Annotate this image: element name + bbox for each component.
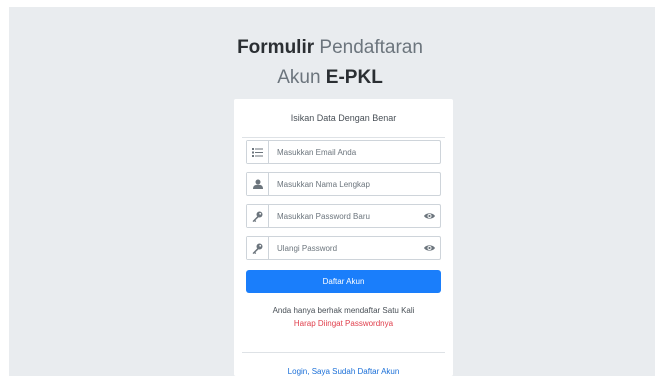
heading-divider [242,137,445,138]
register-once-note: Anda hanya berhak mendaftar Satu Kali [272,306,415,315]
register-button[interactable]: Daftar Akun [246,270,441,293]
confirm-password-input-group [246,236,441,260]
name-input[interactable] [269,173,440,195]
key-icon [247,205,269,227]
form-heading: Isikan Data Dengan Benar [290,113,397,123]
password-input[interactable] [269,205,418,227]
page-title-line-1: Formulir Pendaftaran [0,36,660,60]
registration-card: Isikan Data Dengan Benar Masukkan Email … [234,99,453,376]
email-input-group [246,140,441,164]
show-confirm-password-eye-icon[interactable] [418,237,440,259]
password-input-group [246,204,441,228]
footer-divider [242,352,445,353]
name-input-group [246,172,441,196]
login-link[interactable]: Login, Saya Sudah Daftar Akun [234,367,453,376]
confirm-password-input[interactable] [269,237,418,259]
show-password-eye-icon[interactable] [418,205,440,227]
title-light-pendaftaran: Pendaftaran [319,37,423,58]
user-icon [247,173,269,195]
remember-password-warning: Harap Diingat Passwordnya [293,319,394,328]
title-bold-epkl: E-PKL [325,67,383,88]
email-input[interactable] [269,141,440,163]
key-icon [247,237,269,259]
page-title-line-2: Akun E-PKL [0,66,660,90]
title-bold-formulir: Formulir [237,37,315,58]
title-light-akun: Akun [277,67,321,88]
list-icon [247,141,269,163]
